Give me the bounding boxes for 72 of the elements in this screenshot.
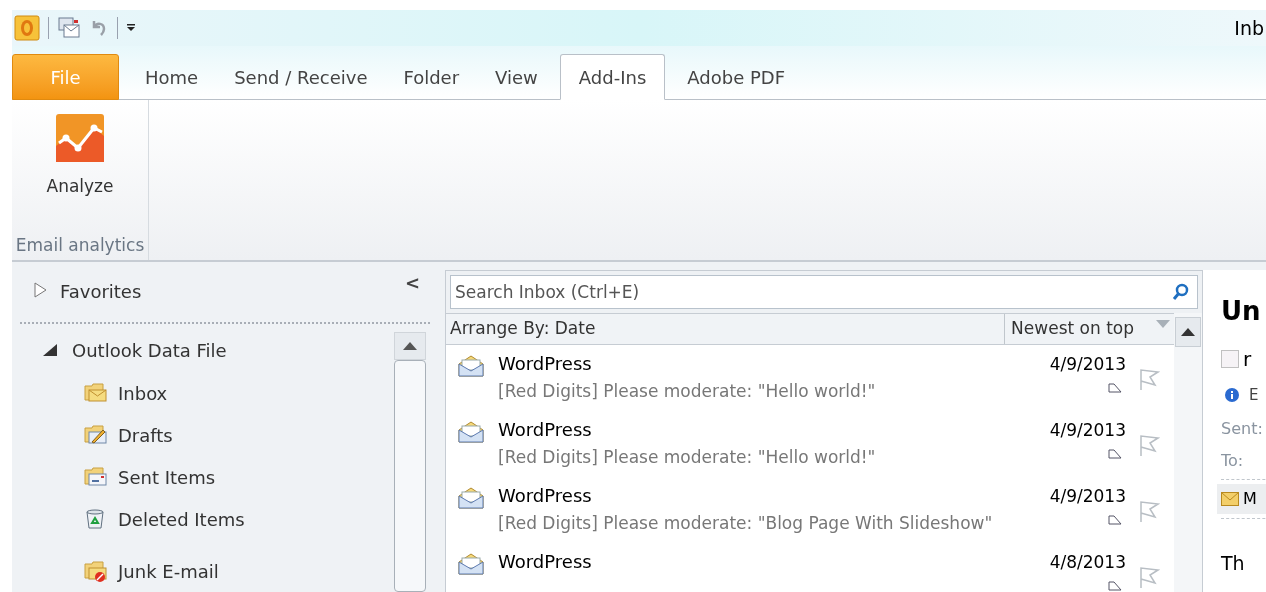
message-subject: [Red Digits] Please moderate: "Hello world!" [498, 446, 877, 469]
message-item[interactable]: WordPress 4/8/2013 [446, 547, 1174, 592]
arrange-by-label[interactable]: Arrange By: Date [446, 316, 596, 342]
junk-folder-icon [84, 560, 108, 582]
flag-icon[interactable] [1138, 367, 1160, 391]
message-subject: Un [1221, 298, 1262, 324]
sender-name: WordPress [498, 550, 593, 574]
app-logo-icon[interactable] [14, 15, 40, 41]
reminder-icon [1108, 515, 1122, 525]
sent-label: Sent: [1221, 417, 1264, 440]
message-subject: [Red Digits] Please moderate: "Blog Page With Slideshow" [498, 512, 994, 535]
drafts-folder-icon [84, 424, 108, 446]
folder-item[interactable]: Junk E-mail [20, 550, 394, 592]
ribbon-tab[interactable]: Home [131, 54, 213, 100]
chart-icon [56, 114, 104, 162]
send-receive-icon[interactable] [57, 16, 81, 40]
sender-name: WordPress [498, 418, 593, 442]
analyze-button[interactable]: Analyze [38, 114, 122, 200]
ribbon-group-label: Email analytics [15, 233, 145, 257]
ribbon-tab[interactable]: View [481, 54, 552, 100]
dropdown-icon[interactable] [126, 23, 136, 33]
sent-folder-icon [84, 466, 108, 488]
sort-order-label[interactable]: Newest on top [1005, 316, 1134, 342]
scrollbar-thumb[interactable] [394, 360, 426, 592]
nav-section-header[interactable]: Favorites [60, 278, 142, 305]
folder-item[interactable]: Sent Items [20, 456, 394, 498]
scroll-up-button[interactable] [1175, 317, 1201, 347]
ribbon-tab[interactable]: Adobe PDF [673, 54, 799, 100]
reminder-icon [1108, 383, 1122, 393]
scroll-up-button[interactable] [394, 332, 426, 360]
folder-item[interactable]: Drafts [20, 414, 394, 456]
ribbon-tab[interactable]: Folder [389, 54, 474, 100]
sender-name: WordPress [498, 484, 593, 508]
message-date: 4/9/2013 [1049, 485, 1126, 508]
message-item[interactable]: WordPress [Red Digits] Please moderate: "Hello world!" 4/9/2013 [446, 415, 1174, 481]
ribbon-tab[interactable]: Add-Ins [559, 54, 666, 100]
nav-section-header[interactable]: Outlook Data File [72, 336, 227, 364]
folder-item[interactable]: Inbox [20, 372, 394, 414]
search-icon[interactable] [1172, 283, 1190, 301]
folder-item[interactable]: Deleted Items [20, 498, 394, 540]
open-envelope-icon [458, 553, 484, 575]
collapse-pane-button[interactable]: < [404, 274, 420, 292]
expand-icon[interactable] [34, 282, 48, 298]
reminder-icon [1108, 449, 1122, 459]
message-date: 4/8/2013 [1049, 551, 1126, 574]
to-label: To: [1221, 449, 1245, 472]
inbox-folder-icon [84, 382, 108, 404]
attachment-chip[interactable]: M [1217, 483, 1266, 514]
search-field[interactable]: Search Inbox (Ctrl+E) [450, 275, 1198, 309]
message-item[interactable]: WordPress [Red Digits] Please moderate: "Hello world!" 4/9/2013 [446, 349, 1174, 415]
message-date: 4/9/2013 [1049, 353, 1126, 376]
open-envelope-icon [458, 487, 484, 509]
checkbox-label: r [1243, 346, 1252, 373]
sender-name: WordPress [498, 352, 593, 376]
up-arrow-icon [1181, 328, 1195, 336]
collapse-icon[interactable] [42, 343, 58, 357]
message-subject: [Red Digits] Please moderate: "Hello world!" [498, 380, 877, 403]
message-item[interactable]: WordPress [Red Digits] Please moderate: "Blog Page With Slideshow" 4/9/2013 [446, 481, 1174, 547]
envelope-icon [1221, 491, 1239, 506]
info-icon [1225, 388, 1239, 403]
flag-icon[interactable] [1138, 499, 1160, 523]
message-body: Th [1221, 550, 1246, 576]
open-envelope-icon [458, 421, 484, 443]
up-arrow-icon [403, 342, 417, 350]
window-title: Inb [1234, 15, 1264, 41]
flag-icon[interactable] [1138, 433, 1160, 457]
checkbox[interactable] [1221, 350, 1239, 368]
open-envelope-icon [458, 355, 484, 377]
message-date: 4/9/2013 [1049, 419, 1126, 442]
flag-icon[interactable] [1138, 565, 1160, 589]
ribbon-tab[interactable]: Send / Receive [220, 54, 382, 100]
info-text: E [1249, 385, 1259, 406]
